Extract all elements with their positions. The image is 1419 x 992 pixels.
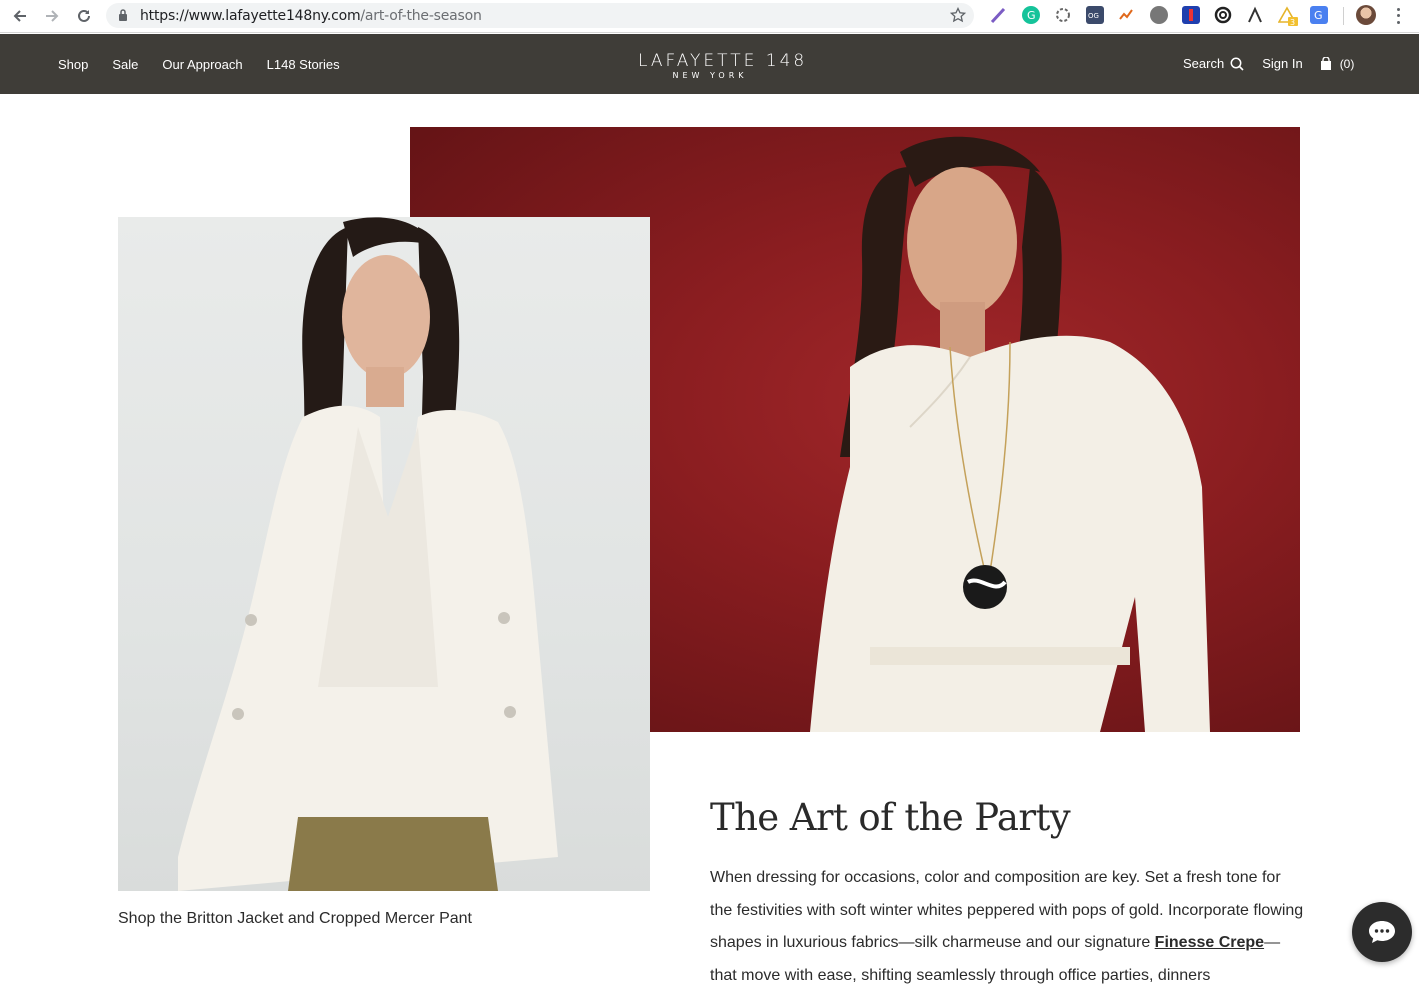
reload-icon[interactable] [73,5,95,27]
product-photo-britton-jacket[interactable] [118,217,650,891]
svg-text:G: G [1314,9,1323,22]
globe-extension-icon[interactable] [1150,6,1168,24]
main-nav: Shop Sale Our Approach L148 Stories [58,57,364,72]
og-icon[interactable]: OG [1086,6,1104,24]
photo-caption[interactable]: Shop the Britton Jacket and Cropped Merc… [118,910,472,928]
back-icon[interactable] [9,5,31,27]
nav-l148-stories[interactable]: L148 Stories [267,57,340,72]
article-headline: The Art of the Party [710,796,1071,839]
chart-extension-icon[interactable] [1118,6,1136,24]
forward-icon[interactable] [41,5,63,27]
browser-toolbar: https://www.lafayette148ny.com/art-of-th… [0,0,1419,33]
url-domain: https://www.lafayette148ny.com [140,8,361,24]
logo-wordmark: LAFAYETTE 148 [638,51,808,71]
search-link[interactable]: Search [1183,56,1224,71]
site-header: Shop Sale Our Approach L148 Stories LAFA… [0,34,1419,94]
bookmark-star-icon[interactable] [949,6,967,28]
brand-logo[interactable]: LAFAYETTE 148 NEW YORK [638,51,808,81]
warning-extension-icon[interactable]: 3 [1277,6,1298,27]
gear-extension-icon[interactable] [1054,6,1072,24]
logo-subline: NEW YORK [672,71,748,80]
url-text: https://www.lafayette148ny.com/art-of-th… [140,8,482,24]
toolbar-divider [1343,7,1344,25]
warning-badge: 3 [1290,18,1295,26]
grammarly-icon[interactable]: G [1022,6,1040,24]
spiral-extension-icon[interactable] [1214,6,1232,24]
finesse-crepe-link[interactable]: Finesse Crepe [1155,934,1264,951]
bookmark-extension-icon[interactable] [1182,6,1200,24]
cart-count[interactable]: (0) [1340,57,1355,71]
url-path: /art-of-the-season [360,8,482,24]
nav-sale[interactable]: Sale [112,57,138,72]
sign-in-link[interactable]: Sign In [1262,56,1302,71]
article-body: When dressing for occasions, color and c… [710,862,1306,992]
browser-menu-icon[interactable] [1393,6,1403,26]
address-bar[interactable]: https://www.lafayette148ny.com/art-of-th… [106,3,974,28]
chat-bubble-icon [1369,921,1395,943]
google-translate-icon[interactable]: G [1310,6,1328,24]
jacket-model-illustration [178,217,558,891]
svg-text:OG: OG [1088,12,1099,20]
quill-icon[interactable] [989,6,1007,24]
lock-icon [118,9,128,27]
nav-our-approach[interactable]: Our Approach [162,57,242,72]
shopping-bag-icon[interactable] [1320,56,1332,71]
profile-avatar[interactable] [1356,5,1376,25]
svg-text:G: G [1027,9,1036,22]
header-tools: Search Sign In (0) [1183,56,1354,71]
search-icon[interactable] [1230,57,1244,71]
nav-shop[interactable]: Shop [58,57,88,72]
chat-button[interactable] [1352,902,1412,962]
drafting-extension-icon[interactable] [1246,6,1264,24]
